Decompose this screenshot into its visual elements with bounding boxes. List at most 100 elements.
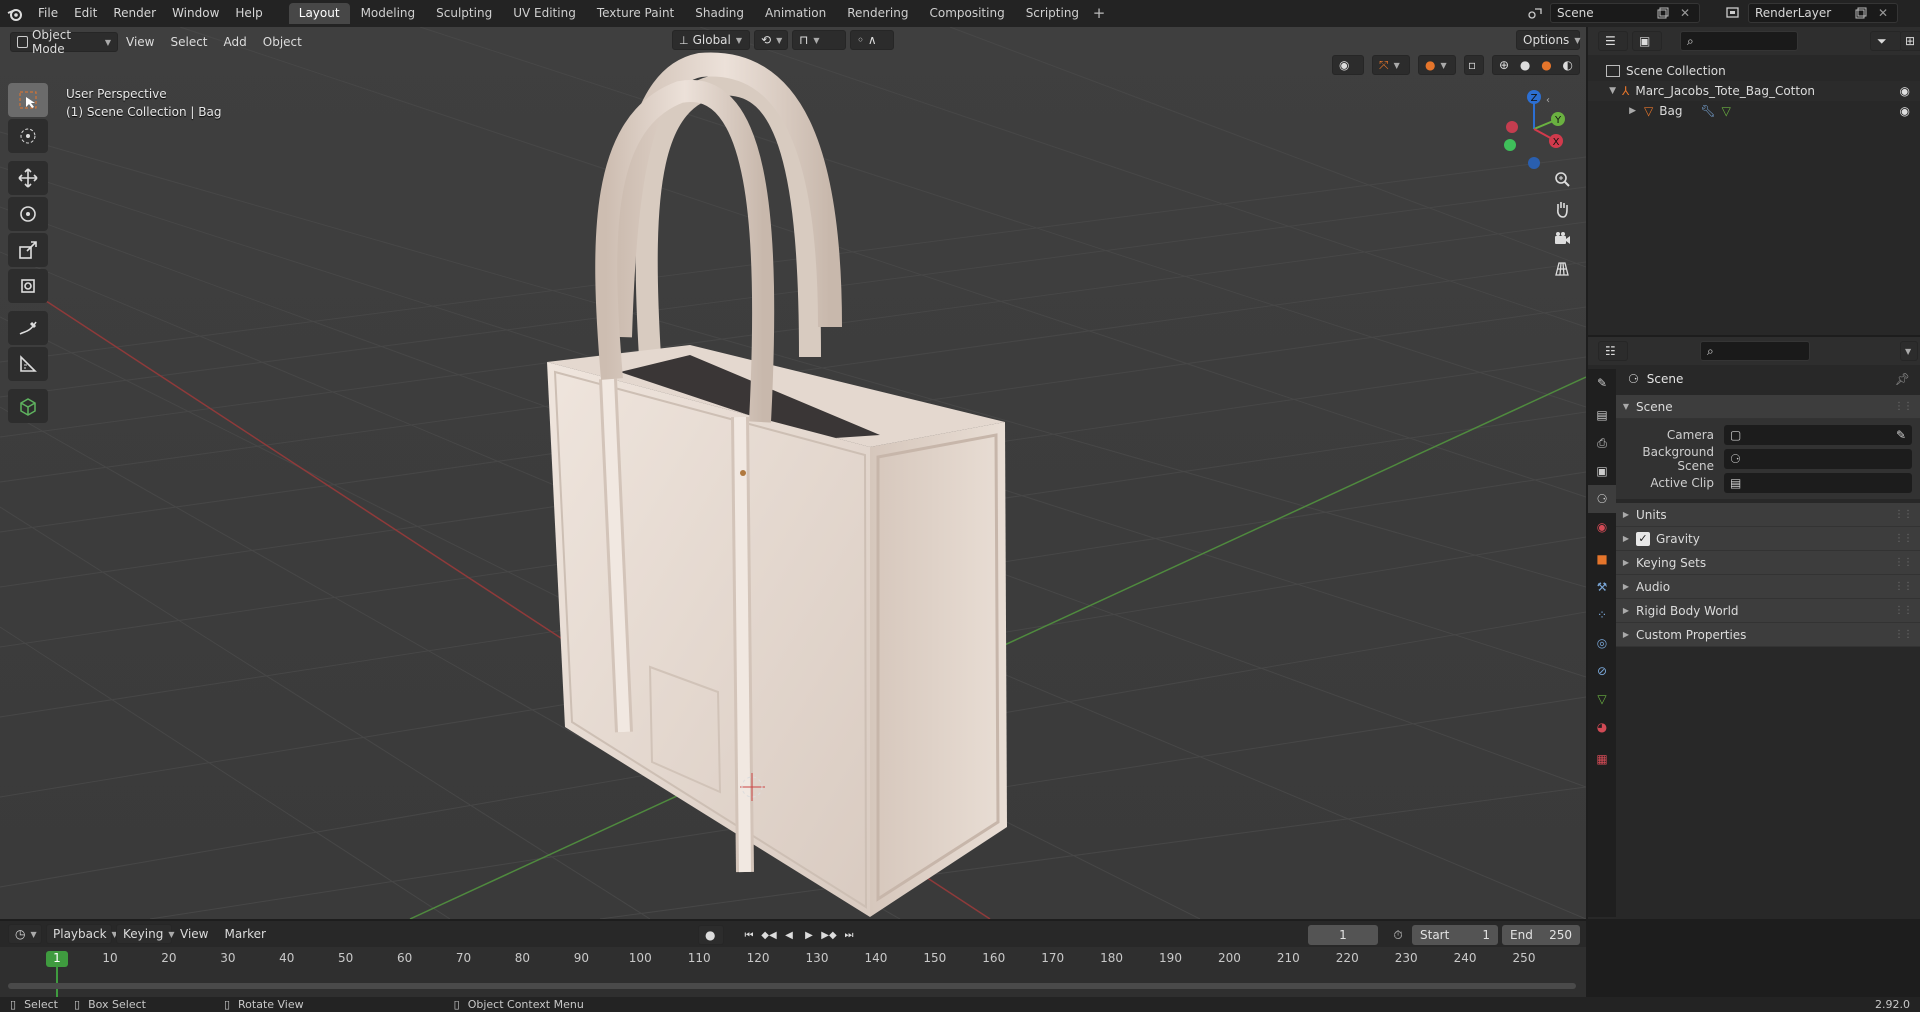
timeline-menu-marker[interactable]: Marker [216, 927, 273, 941]
move-tool[interactable] [8, 161, 48, 195]
drag-handle-icon[interactable]: ⋮⋮ [1894, 581, 1913, 592]
rendered-shading-icon[interactable]: ◐ [1563, 58, 1573, 72]
menu-file[interactable]: File [30, 0, 66, 27]
visibility-dropdown[interactable]: ◉ [1332, 55, 1364, 75]
world-tab[interactable]: ◉ [1588, 513, 1616, 541]
blender-logo-icon[interactable] [0, 7, 30, 21]
modifier-tab[interactable]: ⚒ [1588, 573, 1616, 601]
xray-toggle[interactable]: ▫ [1464, 55, 1484, 75]
outliner-row-scene-collection[interactable]: Scene Collection [1588, 61, 1920, 81]
end-frame-field[interactable]: End 250 [1502, 925, 1580, 945]
tab-texture-paint[interactable]: Texture Paint [587, 3, 684, 24]
cursor-tool[interactable] [8, 119, 48, 153]
menu-render[interactable]: Render [105, 0, 164, 27]
scale-tool[interactable] [8, 233, 48, 267]
tab-compositing[interactable]: Compositing [919, 3, 1014, 24]
tool-tab[interactable]: ✎ [1588, 369, 1616, 397]
tab-rendering[interactable]: Rendering [837, 3, 918, 24]
tab-uv-editing[interactable]: UV Editing [503, 3, 586, 24]
timeline-menu-view[interactable]: View [172, 927, 216, 941]
drag-handle-icon[interactable]: ⋮⋮ [1894, 557, 1913, 568]
visibility-eye-icon[interactable]: ◉ [1900, 84, 1910, 98]
gravity-checkbox[interactable]: ✓ [1636, 531, 1650, 546]
annotate-tool[interactable] [8, 311, 48, 345]
play-button[interactable]: ▶ [800, 926, 818, 944]
properties-options-dropdown[interactable]: ▼ [1900, 341, 1918, 361]
expand-triangle-icon[interactable]: ▶ [1588, 106, 1636, 116]
outliner-editor-type[interactable]: ☰ [1598, 31, 1628, 51]
eyedropper-icon[interactable]: ✎ [1896, 428, 1906, 442]
material-shading-icon[interactable]: ● [1541, 58, 1551, 72]
outliner-row-collection[interactable]: ▼ ⅄ Marc_Jacobs_Tote_Bag_Cotton ◉ [1588, 81, 1920, 101]
overlay-dropdown[interactable]: ● ▼ [1418, 55, 1456, 75]
delete-scene-icon[interactable]: ✕ [1674, 3, 1696, 23]
timeline-scrollbar[interactable] [8, 983, 1576, 989]
menu-help[interactable]: Help [227, 0, 270, 27]
current-frame-field[interactable]: 1 [1308, 925, 1378, 945]
scene-panel-header[interactable]: ▼ Scene ⋮⋮ [1616, 395, 1920, 419]
measure-tool[interactable] [8, 347, 48, 381]
proportional-edit-dropdown[interactable]: ◦ ∧ [850, 30, 894, 50]
new-scene-icon[interactable] [1652, 3, 1674, 23]
timeline-editor-type[interactable]: ◷ ▼ [8, 924, 42, 944]
auto-keying-toggle[interactable]: ● [698, 925, 724, 945]
perspective-toggle-button[interactable] [1548, 255, 1576, 283]
menu-window[interactable]: Window [164, 0, 227, 27]
pivot-point-dropdown[interactable]: ⟲ ▼ [754, 30, 788, 50]
tab-layout[interactable]: Layout [288, 3, 350, 24]
gizmo-neg-y-icon[interactable] [1504, 139, 1516, 151]
transform-orientation-dropdown[interactable]: ⊥ Global ▼ [672, 30, 750, 50]
add-cube-tool[interactable] [8, 389, 48, 423]
next-keyframe-button[interactable]: ▶◆ [820, 926, 838, 944]
audio-panel[interactable]: ▶ Audio ⋮⋮ [1616, 575, 1920, 599]
prev-keyframe-button[interactable]: ◆◀ [760, 926, 778, 944]
custom-properties-panel[interactable]: ▶ Custom Properties ⋮⋮ [1616, 623, 1920, 647]
object-tab[interactable]: ■ [1588, 545, 1616, 573]
viewport-menu-object[interactable]: Object [255, 35, 310, 49]
jump-end-button[interactable]: ⏭ [840, 926, 858, 944]
transform-tool[interactable] [8, 269, 48, 303]
outliner-row-bag[interactable]: ▶ ▽ Bag 🔧︎ ▽ ◉ [1588, 101, 1920, 121]
tab-sculpting[interactable]: Sculpting [426, 3, 502, 24]
outliner-search-input[interactable]: ⌕ [1680, 31, 1798, 51]
camera-field[interactable]: ▢ ✎ [1724, 425, 1912, 445]
tab-modeling[interactable]: Modeling [351, 3, 426, 24]
drag-handle-icon[interactable]: ⋮⋮ [1894, 533, 1913, 544]
camera-view-button[interactable] [1548, 225, 1576, 253]
delete-view-layer-icon[interactable]: ✕ [1872, 3, 1894, 23]
tab-animation[interactable]: Animation [755, 3, 836, 24]
rotate-tool[interactable] [8, 197, 48, 231]
constraints-tab[interactable]: ⊘ [1588, 657, 1616, 685]
zoom-view-button[interactable] [1548, 165, 1576, 193]
particles-tab[interactable]: ⁘ [1588, 601, 1616, 629]
scene-tab[interactable]: ⚆ [1588, 485, 1616, 513]
view-layer-icon[interactable] [1722, 3, 1744, 23]
gizmo-dropdown[interactable]: ⤧ ▼ [1372, 55, 1410, 75]
view-layer-tab[interactable]: ▣ [1588, 457, 1616, 485]
output-tab[interactable]: ⎙ [1588, 429, 1616, 457]
active-clip-field[interactable]: ▤ [1724, 473, 1912, 493]
wireframe-shading-icon[interactable]: ⊕ [1499, 58, 1509, 72]
drag-handle-icon[interactable]: ⋮⋮ [1894, 401, 1913, 412]
drag-handle-icon[interactable]: ⋮⋮ [1894, 509, 1913, 520]
units-panel[interactable]: ▶ Units ⋮⋮ [1616, 503, 1920, 527]
data-tab[interactable]: ▽ [1588, 685, 1616, 713]
solid-shading-icon[interactable]: ● [1520, 58, 1530, 72]
pin-icon[interactable]: 📌︎ [1895, 372, 1910, 386]
gravity-panel[interactable]: ▶ ✓ Gravity ⋮⋮ [1616, 527, 1920, 551]
preview-range-toggle[interactable]: ⏱ [1388, 925, 1408, 945]
drag-handle-icon[interactable]: ⋮⋮ [1894, 629, 1913, 640]
keying-sets-panel[interactable]: ▶ Keying Sets ⋮⋮ [1616, 551, 1920, 575]
texture-tab[interactable]: ▦ [1588, 745, 1616, 773]
3d-viewport[interactable]: Object Mode ▼ View Select Add Object ⊥ Gl… [0, 27, 1586, 919]
navigation-gizmo[interactable]: Z Y X [1496, 83, 1572, 173]
rigid-body-world-panel[interactable]: ▶ Rigid Body World ⋮⋮ [1616, 599, 1920, 623]
gizmo-neg-z-icon[interactable] [1528, 157, 1540, 169]
select-box-tool[interactable] [8, 83, 48, 117]
physics-tab[interactable]: ◎ [1588, 629, 1616, 657]
start-frame-field[interactable]: Start 1 [1412, 925, 1498, 945]
sidebar-toggle-icon[interactable]: ‹ [1546, 95, 1550, 106]
add-workspace-button[interactable]: + [1090, 3, 1108, 24]
viewport-menu-view[interactable]: View [118, 35, 162, 49]
gizmo-neg-x-icon[interactable] [1506, 121, 1518, 133]
